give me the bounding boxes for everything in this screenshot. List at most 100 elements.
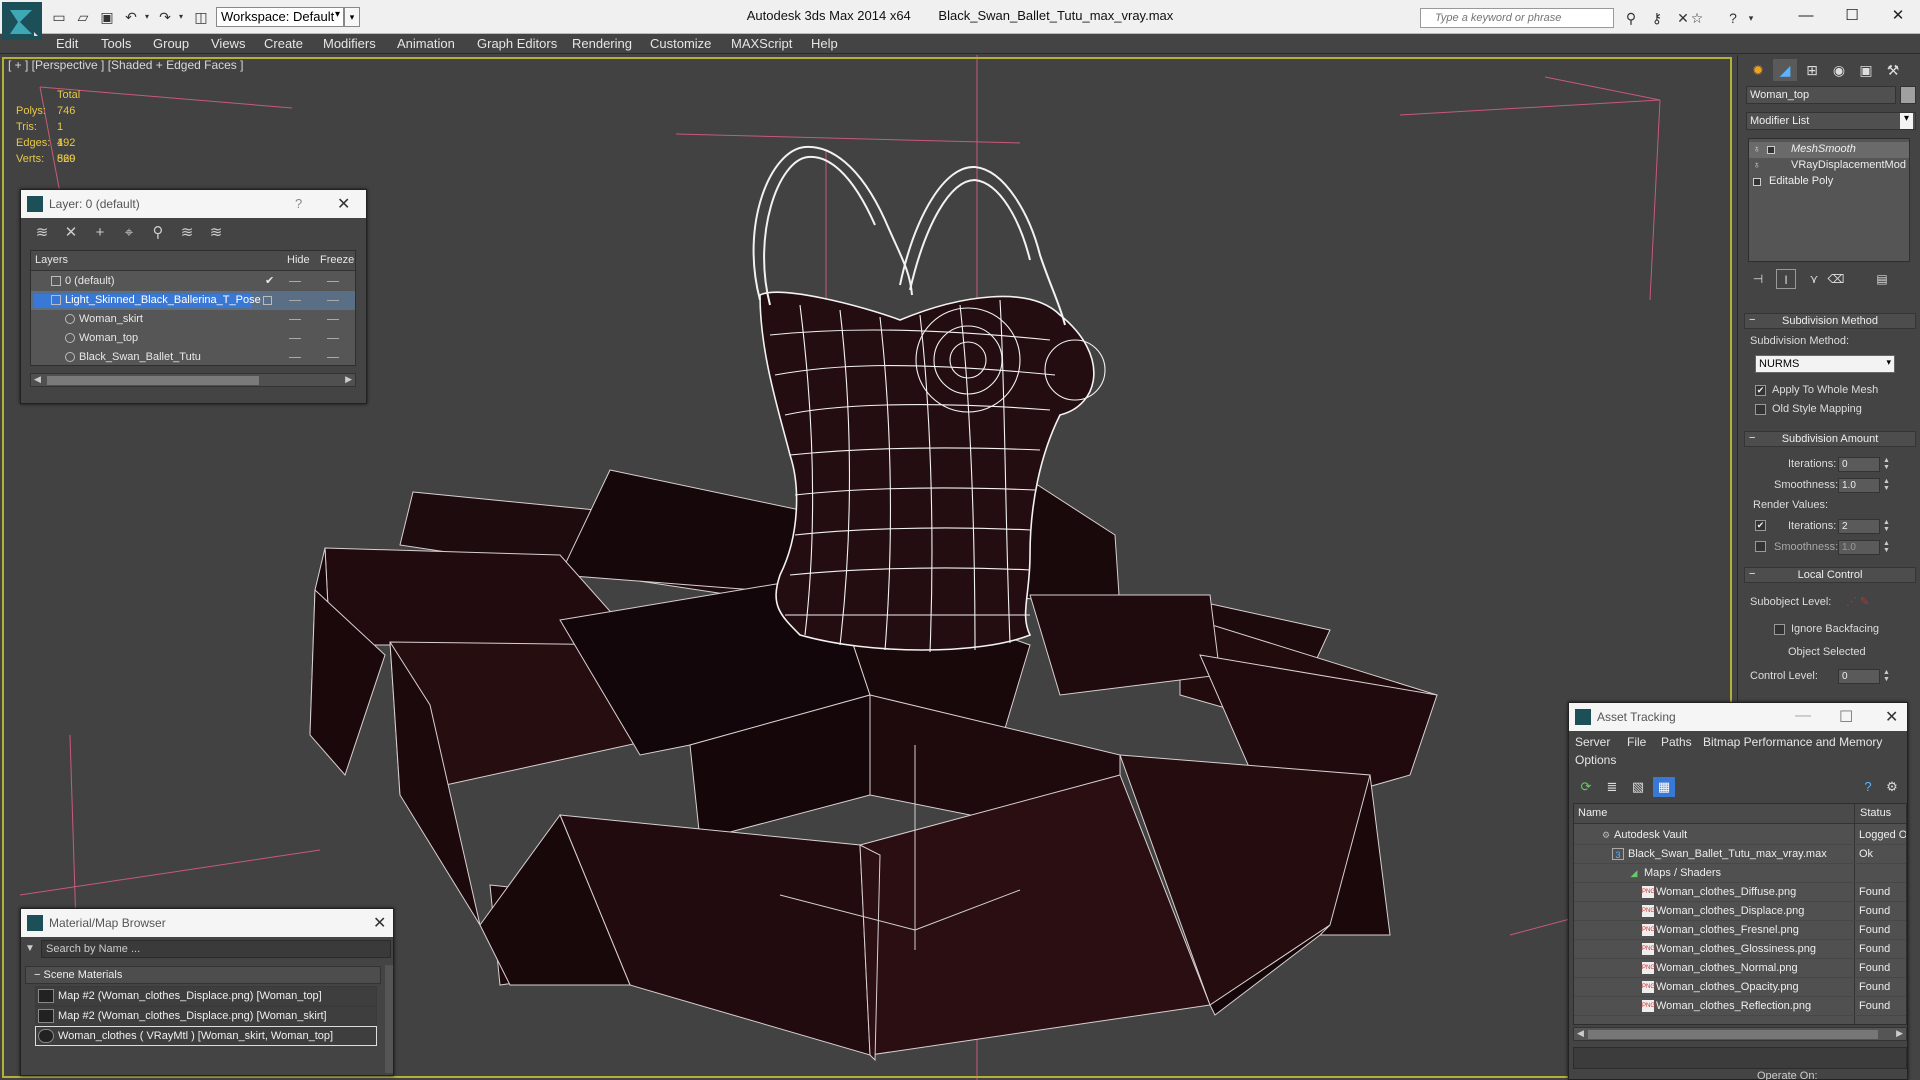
menu-edit[interactable]: Edit [56, 36, 78, 51]
old-style-mapping-checkbox[interactable] [1755, 404, 1766, 415]
help-search-field[interactable] [1420, 8, 1614, 28]
asset-row[interactable]: PNG Woman_clothes_Glossiness.png Found [1574, 940, 1906, 959]
spinner-arrows-icon[interactable]: ▲ ▼ [1882, 457, 1891, 472]
thumbnail-view-icon[interactable]: ▧ [1627, 777, 1649, 797]
make-unique-icon[interactable]: ⋎ [1804, 269, 1824, 289]
lightbulb-icon[interactable]: ♁ [1753, 144, 1761, 155]
redo-dropdown-icon[interactable]: ▾ [172, 8, 190, 26]
menu-server[interactable]: Server [1575, 735, 1610, 749]
minimize-button[interactable]: — [1786, 4, 1826, 28]
add-to-layer-icon[interactable]: + [89, 223, 111, 243]
freeze-toggle[interactable] [327, 357, 339, 358]
hide-toggle[interactable] [289, 338, 301, 339]
hide-toggle[interactable] [289, 300, 301, 301]
asset-row[interactable]: ⚙ Autodesk Vault Logged O [1574, 826, 1906, 845]
render-iterations-checkbox[interactable]: ✔ [1755, 520, 1766, 531]
binoculars-icon[interactable]: ⚲ [1620, 8, 1642, 28]
options-dropdown-icon[interactable]: ▼ [25, 943, 35, 954]
help-icon[interactable]: ? [1857, 777, 1879, 797]
utilities-tab-icon[interactable]: ⚒ [1881, 59, 1905, 81]
undo-dropdown-icon[interactable]: ▾ [138, 8, 156, 26]
spinner-arrows-icon[interactable]: ▲ ▼ [1882, 478, 1891, 493]
save-file-icon[interactable]: ▣ [98, 8, 116, 26]
column-status[interactable]: Status [1860, 807, 1891, 819]
new-file-icon[interactable]: ▭ [50, 8, 68, 26]
smoothness-spinner[interactable]: 1.0 [1838, 478, 1880, 493]
close-icon[interactable]: ✕ [1885, 707, 1898, 727]
favorites-star-icon[interactable]: ☆ [1686, 8, 1708, 28]
material-browser-titlebar[interactable]: Material/Map Browser ✕ [21, 909, 393, 937]
menu-options[interactable]: Options [1575, 753, 1616, 767]
menu-create[interactable]: Create [264, 36, 303, 51]
menu-customize[interactable]: Customize [650, 36, 711, 51]
horizontal-scrollbar[interactable]: ◀ ▶ [30, 373, 356, 387]
scrollbar-thumb[interactable] [47, 376, 259, 385]
freeze-toggle[interactable] [327, 319, 339, 320]
vertical-scrollbar[interactable] [385, 965, 393, 1073]
render-smoothness-spinner[interactable]: 1.0 [1838, 540, 1880, 555]
material-item[interactable]: Woman_clothes ( VRayMtl ) [Woman_skirt, … [35, 1026, 377, 1046]
minimize-icon[interactable]: — [1795, 707, 1811, 725]
delete-layer-icon[interactable]: ✕ [60, 223, 82, 243]
stack-item-vraydisplacement[interactable]: ♁ VRayDisplacementMod [1749, 158, 1909, 174]
close-icon[interactable]: ✕ [373, 913, 386, 933]
viewport-label[interactable]: [ + ] [Perspective ] [Shaded + Edged Fac… [8, 58, 243, 72]
asset-row[interactable]: PNG Woman_clothes_Displace.png Found [1574, 902, 1906, 921]
menu-file[interactable]: File [1627, 735, 1646, 749]
menu-rendering[interactable]: Rendering [572, 36, 632, 51]
hide-all-layers-icon[interactable]: ≋ [205, 223, 227, 243]
maximize-icon[interactable]: ☐ [1839, 707, 1853, 727]
motion-tab-icon[interactable]: ◉ [1827, 59, 1851, 81]
freeze-toggle[interactable] [327, 281, 339, 282]
material-item[interactable]: Map #2 (Woman_clothes_Displace.png) [Wom… [35, 1006, 377, 1026]
display-tab-icon[interactable]: ▣ [1854, 59, 1878, 81]
help-button[interactable]: ? [295, 196, 302, 211]
scroll-right-icon[interactable]: ▶ [1896, 1028, 1903, 1039]
material-search-input[interactable]: Search by Name ... [41, 940, 391, 958]
close-button[interactable]: ✕ [1878, 4, 1918, 28]
layer-object-row[interactable]: Woman_top [31, 329, 355, 348]
column-hide[interactable]: Hide [287, 254, 310, 266]
object-name-field[interactable]: Woman_top [1746, 86, 1896, 104]
asset-row[interactable]: PNG Woman_clothes_Diffuse.png Found [1574, 883, 1906, 902]
close-icon[interactable]: ✕ [337, 194, 350, 214]
help-search-input[interactable] [1421, 9, 1611, 27]
scrollbar-thumb[interactable] [1588, 1030, 1878, 1039]
create-tab-icon[interactable]: ✹ [1746, 59, 1770, 81]
iterations-spinner[interactable]: 0 [1838, 457, 1880, 472]
key-icon[interactable]: ⚷ [1646, 8, 1668, 28]
table-view-icon[interactable]: ▦ [1653, 777, 1675, 797]
horizontal-scrollbar[interactable]: ◀ ▶ [1573, 1027, 1907, 1041]
show-end-result-icon[interactable]: I [1776, 269, 1796, 289]
help-dropdown-icon[interactable]: ▾ [1740, 8, 1762, 28]
lightbulb-icon[interactable]: ♁ [1753, 160, 1761, 171]
scene-materials-section[interactable]: − Scene Materials [25, 966, 381, 984]
workspace-select[interactable]: Workspace: Default ▾ [216, 7, 344, 27]
pin-stack-icon[interactable]: ⊣ [1748, 269, 1768, 289]
scroll-left-icon[interactable]: ◀ [1577, 1028, 1584, 1039]
select-objects-icon[interactable]: ⌖ [118, 223, 140, 243]
menu-views[interactable]: Views [211, 36, 245, 51]
spinner-arrows-icon[interactable]: ▲ ▼ [1882, 669, 1891, 684]
layer-dialog-titlebar[interactable]: Layer: 0 (default) ? ✕ [21, 190, 366, 218]
menu-modifiers[interactable]: Modifiers [323, 36, 376, 51]
subdivision-method-select[interactable]: NURMS ▾ [1755, 355, 1895, 373]
rollout-subdivision-method[interactable]: − Subdivision Method [1744, 313, 1916, 329]
asset-tracking-titlebar[interactable]: Asset Tracking — ☐ ✕ [1569, 703, 1907, 731]
configure-sets-icon[interactable]: ▤ [1872, 269, 1892, 289]
freeze-toggle[interactable] [327, 338, 339, 339]
expand-icon[interactable] [1767, 146, 1775, 154]
remove-modifier-icon[interactable]: ⌫ [1826, 269, 1846, 289]
menu-paths[interactable]: Paths [1661, 735, 1692, 749]
scroll-right-icon[interactable]: ▶ [345, 374, 352, 385]
menu-graph-editors[interactable]: Graph Editors [477, 36, 557, 51]
modifier-list-dropdown[interactable]: Modifier List ▾ [1746, 112, 1916, 130]
asset-row[interactable]: ◢ Maps / Shaders [1574, 864, 1906, 883]
hide-toggle[interactable] [289, 281, 301, 282]
apply-whole-mesh-checkbox[interactable]: ✔ [1755, 385, 1766, 396]
rollout-subdivision-amount[interactable]: − Subdivision Amount [1744, 431, 1916, 447]
asset-row[interactable]: 3 Black_Swan_Ballet_Tutu_max_vray.max Ok [1574, 845, 1906, 864]
app-logo-icon[interactable] [2, 2, 42, 40]
column-layers[interactable]: Layers [35, 254, 68, 266]
current-layer-icon[interactable]: ≋ [176, 223, 198, 243]
